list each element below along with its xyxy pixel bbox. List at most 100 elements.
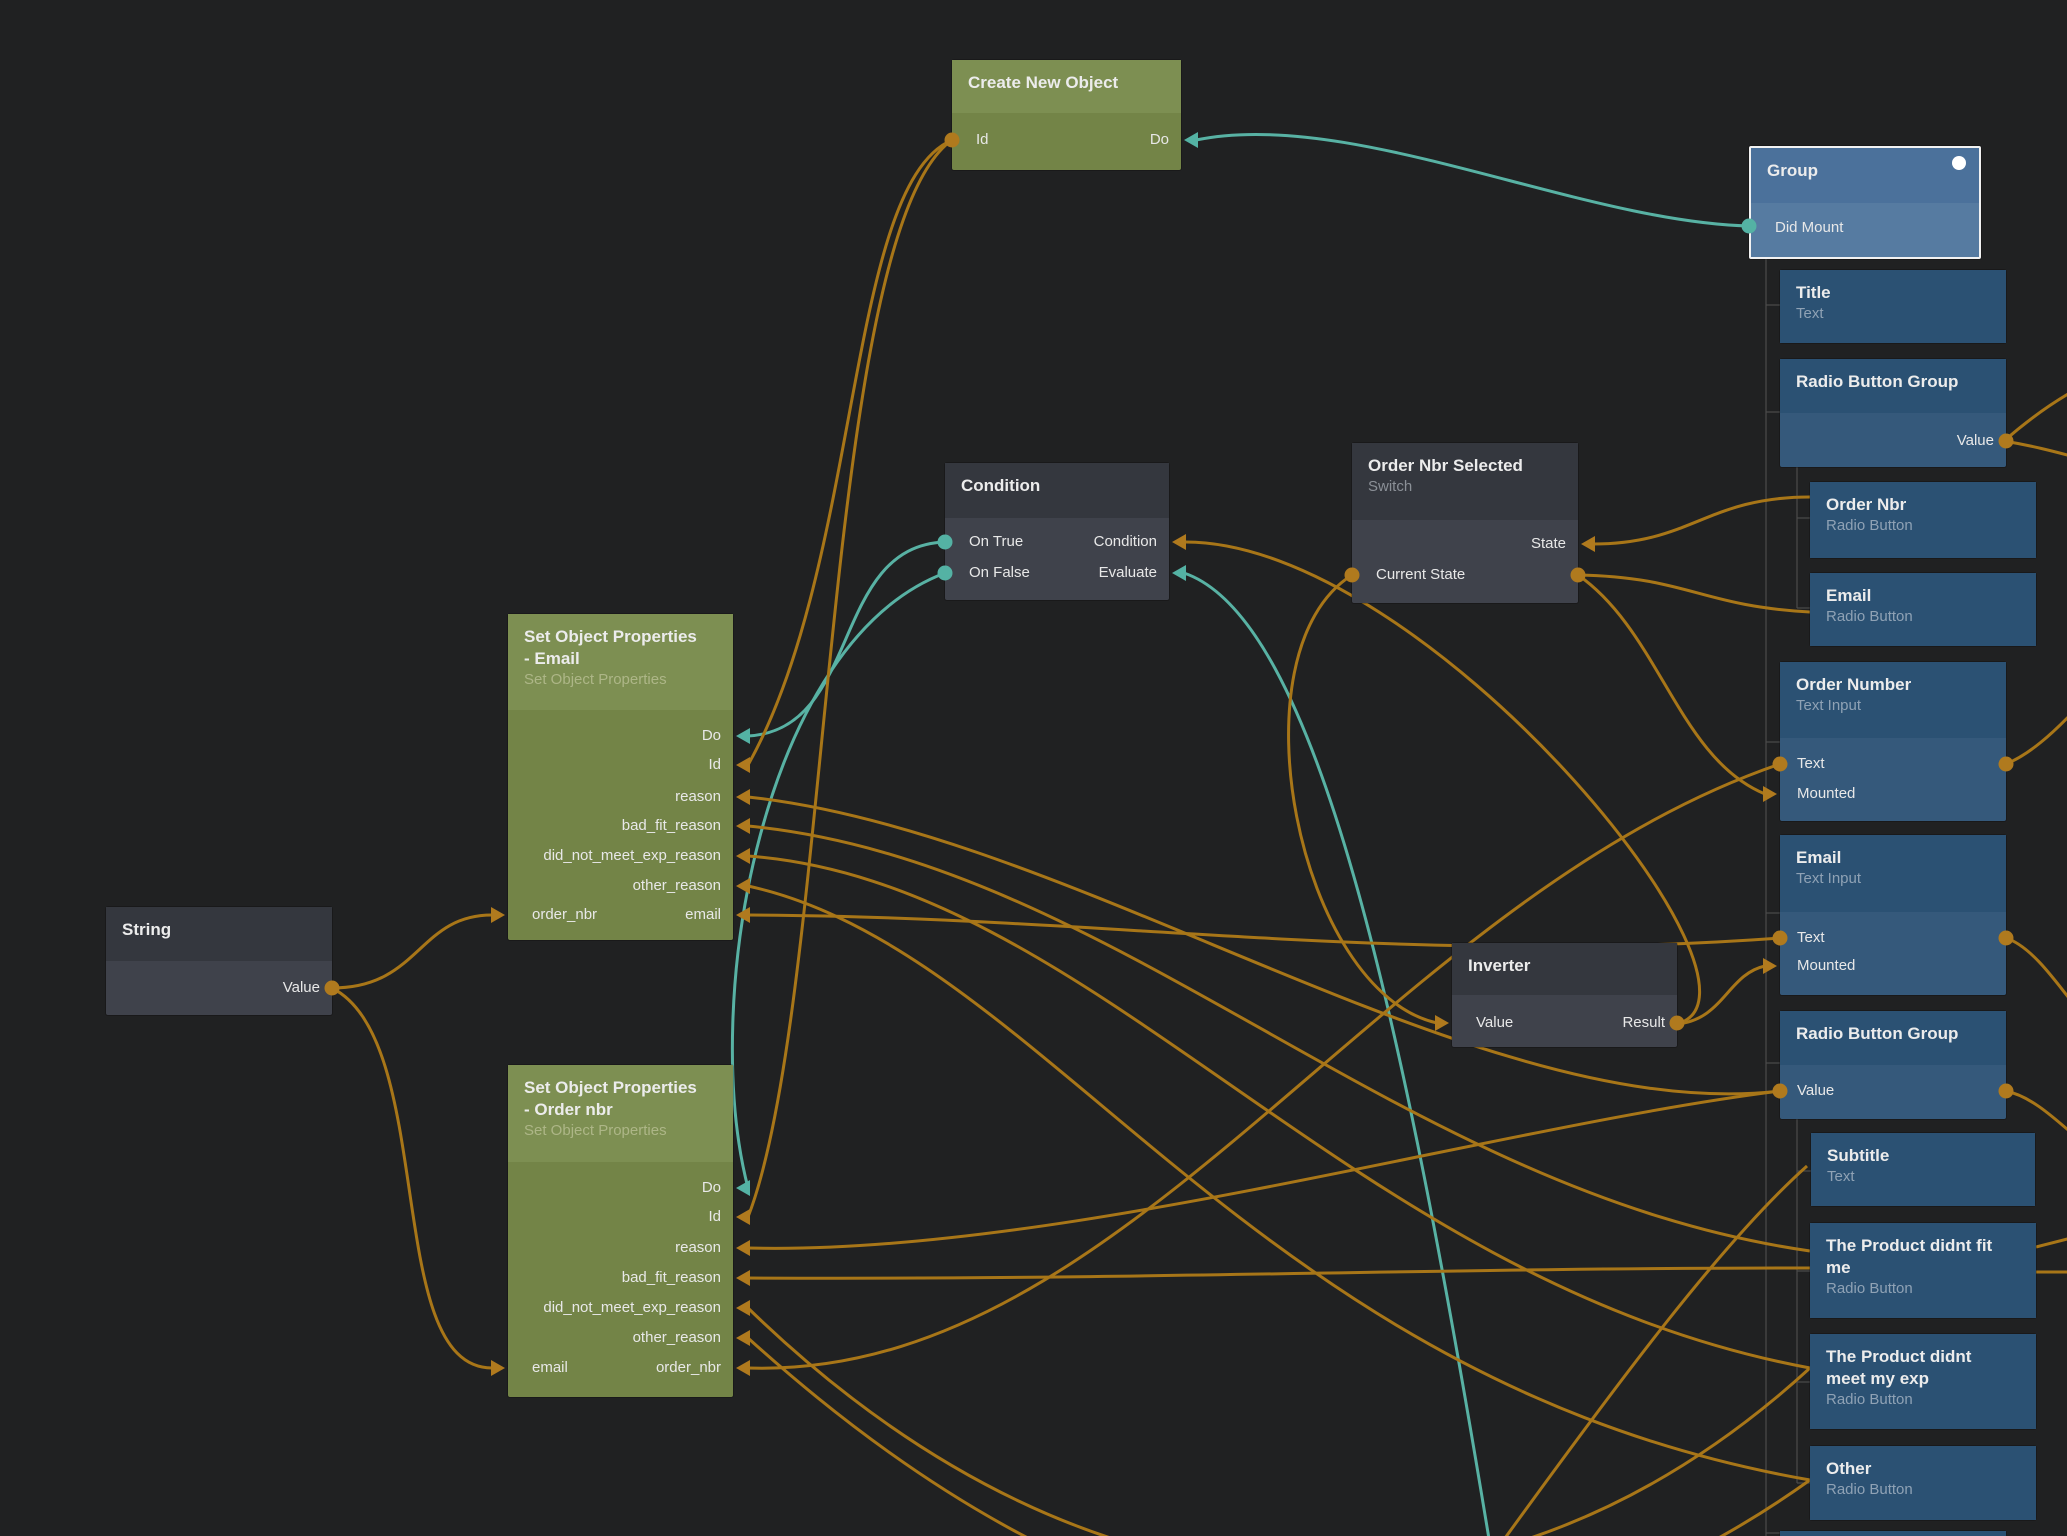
port-arrow[interactable]	[1172, 565, 1186, 581]
port-label-value[interactable]: Value	[1957, 431, 1994, 451]
port-arrow[interactable]	[1763, 958, 1777, 974]
port-label-reason[interactable]: reason	[675, 787, 721, 807]
port-arrow[interactable]	[736, 1180, 750, 1196]
connection-wire-teal[interactable]	[732, 573, 945, 1188]
node-radio-didnt-fit[interactable]: The Product didnt fitmeRadio Button	[1810, 1223, 2036, 1318]
connection-wire-orange[interactable]	[1500, 1166, 1807, 1536]
port-label-current-state[interactable]: Current State	[1376, 565, 1465, 585]
port-label-email[interactable]: email	[685, 905, 721, 925]
connection-wire-orange[interactable]	[332, 915, 492, 988]
node-condition[interactable]: ConditionOn TrueConditionOn FalseEvaluat…	[945, 463, 1169, 600]
node-radio-other[interactable]: OtherRadio Button	[1810, 1446, 2036, 1520]
port-label-did-mount[interactable]: Did Mount	[1775, 218, 1843, 238]
port-arrow[interactable]	[736, 907, 750, 923]
port-arrow[interactable]	[1763, 786, 1777, 802]
node-radio-didnt-meet-exp[interactable]: The Product didntmeet my expRadio Button	[1810, 1334, 2036, 1429]
port-label-text[interactable]: Text	[1797, 928, 1825, 948]
connection-wire-orange[interactable]	[1289, 575, 1437, 1023]
port-label-id[interactable]: Id	[708, 755, 721, 775]
connection-wire-orange[interactable]	[748, 856, 1810, 1368]
port-arrow[interactable]	[736, 1270, 750, 1286]
node-set-object-properties-order-nbr[interactable]: Set Object Properties- Order nbrSet Obje…	[508, 1065, 733, 1397]
connection-wire-orange[interactable]	[2006, 938, 2067, 1006]
connection-wire-orange[interactable]	[2004, 441, 2067, 457]
port-arrow[interactable]	[736, 878, 750, 894]
node-order-nbr-selected[interactable]: Order Nbr SelectedSwitchStateCurrent Sta…	[1352, 443, 1578, 603]
port-arrow[interactable]	[736, 789, 750, 805]
node-set-object-properties-email[interactable]: Set Object Properties- EmailSet Object P…	[508, 614, 733, 940]
port-label-bad-fit-reason[interactable]: bad_fit_reason	[622, 816, 721, 836]
port-label-mounted[interactable]: Mounted	[1797, 956, 1855, 976]
port-label-did-not-meet-exp-reason[interactable]: did_not_meet_exp_reason	[543, 846, 721, 866]
connection-wire-orange[interactable]	[748, 1338, 1810, 1536]
port-arrow[interactable]	[736, 1330, 750, 1346]
port-label-id[interactable]: Id	[976, 130, 989, 150]
port-label-text[interactable]: Text	[1797, 754, 1825, 774]
port-arrow[interactable]	[736, 818, 750, 834]
connection-wire-orange[interactable]	[2006, 710, 2067, 764]
connection-wire-orange[interactable]	[748, 1268, 1810, 1278]
port-label-other-reason[interactable]: other_reason	[633, 1328, 721, 1348]
port-arrow[interactable]	[736, 1240, 750, 1256]
port-label-do[interactable]: Do	[702, 726, 721, 746]
port-label-reason[interactable]: reason	[675, 1238, 721, 1258]
port-label-value[interactable]: Value	[283, 978, 320, 998]
node-radio-button-group-2[interactable]: Radio Button GroupValue	[1780, 1011, 2006, 1119]
connection-wire-orange[interactable]	[1593, 497, 1810, 544]
connection-wire-orange[interactable]	[748, 764, 1780, 1368]
connection-wire-orange[interactable]	[1578, 575, 1810, 612]
port-arrow[interactable]	[736, 1360, 750, 1376]
connection-wire-orange[interactable]	[2006, 1091, 2067, 1136]
port-label-on-true[interactable]: On True	[969, 532, 1023, 552]
connection-wire-teal[interactable]	[1184, 573, 1490, 1536]
node-editor-canvas[interactable]: Create New ObjectIdDoGroupDid MountTitle…	[0, 0, 2067, 1536]
port-arrow[interactable]	[736, 1300, 750, 1316]
connection-wire-orange[interactable]	[748, 1308, 1810, 1536]
port-label-mounted[interactable]: Mounted	[1797, 784, 1855, 804]
port-arrow[interactable]	[1435, 1015, 1449, 1031]
port-label-do[interactable]: Do	[1150, 130, 1169, 150]
port-arrow[interactable]	[491, 907, 505, 923]
port-label-state[interactable]: State	[1531, 534, 1566, 554]
connection-wire-orange[interactable]	[748, 140, 952, 1217]
node-inverter[interactable]: InverterValueResult	[1452, 943, 1677, 1047]
node-radio-email[interactable]: EmailRadio Button	[1810, 573, 2036, 646]
node-subtitle-text[interactable]: SubtitleText	[1811, 1133, 2035, 1206]
node-create-new-object[interactable]: Create New ObjectIdDo	[952, 60, 1181, 170]
connection-wire-orange[interactable]	[748, 1091, 1780, 1248]
port-arrow[interactable]	[491, 1360, 505, 1376]
port-arrow[interactable]	[736, 757, 750, 773]
port-label-condition[interactable]: Condition	[1094, 532, 1157, 552]
connection-wire-orange[interactable]	[1677, 966, 1765, 1024]
connection-wire-orange[interactable]	[1578, 575, 1765, 794]
port-label-order-nbr[interactable]: order_nbr	[656, 1358, 721, 1378]
port-label-email[interactable]: email	[532, 1358, 568, 1378]
node-radio-button-group-1[interactable]: Radio Button GroupValue	[1780, 359, 2006, 467]
port-arrow[interactable]	[736, 1209, 750, 1225]
node-title-text[interactable]: TitleText	[1780, 270, 2006, 343]
node-radio-order-nbr[interactable]: Order NbrRadio Button	[1810, 482, 2036, 558]
port-label-bad-fit-reason[interactable]: bad_fit_reason	[622, 1268, 721, 1288]
connection-wire-orange[interactable]	[2004, 390, 2067, 441]
port-label-on-false[interactable]: On False	[969, 563, 1030, 583]
port-arrow[interactable]	[736, 728, 750, 744]
port-label-value[interactable]: Value	[1797, 1081, 1834, 1101]
port-arrow[interactable]	[736, 848, 750, 864]
node-order-number-text-input[interactable]: Order NumberText InputTextMounted	[1780, 662, 2006, 821]
node-partial-node-bottom[interactable]	[1780, 1531, 2006, 1536]
port-label-do[interactable]: Do	[702, 1178, 721, 1198]
node-group[interactable]: GroupDid Mount	[1749, 146, 1981, 259]
connection-wire-orange[interactable]	[748, 140, 952, 765]
node-string[interactable]: StringValue	[106, 907, 332, 1015]
port-arrow[interactable]	[1581, 536, 1595, 552]
connection-wire-orange[interactable]	[748, 915, 1780, 947]
node-email-text-input[interactable]: EmailText InputTextMounted	[1780, 835, 2006, 995]
port-label-order-nbr[interactable]: order_nbr	[532, 905, 597, 925]
connection-wire-teal[interactable]	[1196, 134, 1749, 226]
port-arrow[interactable]	[1172, 534, 1186, 550]
connection-wire-teal[interactable]	[748, 542, 945, 736]
port-label-id[interactable]: Id	[708, 1207, 721, 1227]
port-label-other-reason[interactable]: other_reason	[633, 876, 721, 896]
port-label-did-not-meet-exp-reason[interactable]: did_not_meet_exp_reason	[543, 1298, 721, 1318]
connection-wire-orange[interactable]	[2036, 1237, 2067, 1247]
